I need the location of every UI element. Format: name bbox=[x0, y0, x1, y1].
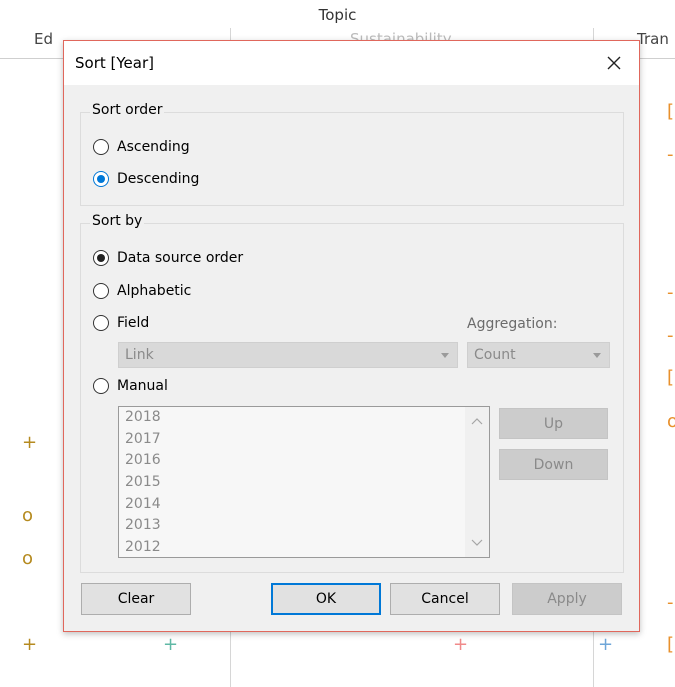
viz-mark[interactable]: + bbox=[453, 636, 468, 654]
manual-order-list[interactable]: 2018 2017 2016 2015 2014 2013 2012 bbox=[118, 406, 490, 558]
radio-manual[interactable]: Manual bbox=[93, 378, 168, 394]
list-item[interactable]: 2013 bbox=[119, 515, 489, 537]
viz-mark[interactable]: - bbox=[667, 284, 674, 302]
viz-mark[interactable]: - bbox=[667, 146, 674, 164]
radio-circle bbox=[93, 139, 109, 155]
close-button[interactable] bbox=[601, 50, 627, 76]
chevron-down-icon bbox=[593, 353, 601, 358]
viz-mark[interactable]: [ bbox=[667, 103, 674, 121]
scroll-down-icon[interactable] bbox=[471, 539, 483, 547]
list-scrollbar[interactable] bbox=[465, 407, 489, 557]
move-up-button[interactable]: Up bbox=[499, 408, 608, 439]
viz-mark[interactable]: - bbox=[667, 594, 674, 612]
sort-order-label: Sort order bbox=[90, 102, 165, 118]
radio-circle-selected bbox=[93, 250, 109, 266]
move-down-button[interactable]: Down bbox=[499, 449, 608, 480]
viz-mark[interactable]: o bbox=[667, 413, 675, 431]
sort-by-label: Sort by bbox=[90, 213, 145, 229]
radio-manual-label: Manual bbox=[117, 378, 168, 394]
scroll-up-icon[interactable] bbox=[471, 417, 483, 425]
radio-circle bbox=[93, 315, 109, 331]
radio-alphabetic[interactable]: Alphabetic bbox=[93, 283, 191, 299]
manual-list-items: 2018 2017 2016 2015 2014 2013 2012 bbox=[119, 407, 489, 557]
viz-mark[interactable]: + bbox=[22, 636, 37, 654]
aggregation-select[interactable]: Count bbox=[467, 342, 610, 368]
aggregation-select-value: Count bbox=[474, 347, 516, 363]
radio-field-label: Field bbox=[117, 315, 150, 331]
column-divider bbox=[593, 630, 594, 687]
viz-mark[interactable]: [ bbox=[667, 369, 674, 387]
list-item[interactable]: 2018 bbox=[119, 407, 489, 429]
list-item[interactable]: 2012 bbox=[119, 537, 489, 557]
dialog-titlebar[interactable]: Sort [Year] bbox=[64, 41, 639, 85]
apply-button[interactable]: Apply bbox=[512, 583, 622, 615]
viz-mark[interactable]: o bbox=[22, 507, 33, 525]
viz-mark[interactable]: - bbox=[667, 327, 674, 345]
column-divider bbox=[230, 630, 231, 687]
chevron-down-icon bbox=[441, 353, 449, 358]
radio-circle bbox=[93, 283, 109, 299]
column-header-transport[interactable]: Tran bbox=[637, 30, 669, 48]
radio-alphabetic-label: Alphabetic bbox=[117, 283, 192, 299]
viz-mark[interactable]: + bbox=[163, 636, 178, 654]
topic-header: Topic bbox=[318, 6, 357, 24]
radio-ascending[interactable]: Ascending bbox=[93, 139, 190, 155]
radio-descending-label: Descending bbox=[117, 171, 200, 187]
field-select-value: Link bbox=[125, 347, 154, 363]
field-select[interactable]: Link bbox=[118, 342, 458, 368]
radio-descending[interactable]: Descending bbox=[93, 171, 199, 187]
aggregation-label: Aggregation: bbox=[467, 316, 558, 332]
viz-mark[interactable]: + bbox=[22, 434, 37, 452]
column-divider bbox=[230, 28, 231, 40]
radio-data-source-order-label: Data source order bbox=[117, 250, 244, 266]
close-icon bbox=[607, 56, 621, 70]
ok-button[interactable]: OK bbox=[271, 583, 381, 615]
radio-data-source-order[interactable]: Data source order bbox=[93, 250, 243, 266]
cancel-button[interactable]: Cancel bbox=[390, 583, 500, 615]
column-header-education[interactable]: Ed bbox=[34, 30, 53, 48]
list-item[interactable]: 2015 bbox=[119, 472, 489, 494]
radio-ascending-label: Ascending bbox=[117, 139, 190, 155]
column-divider bbox=[593, 28, 594, 40]
radio-circle-selected bbox=[93, 171, 109, 187]
viz-mark[interactable]: o bbox=[22, 550, 33, 568]
list-item[interactable]: 2014 bbox=[119, 494, 489, 516]
viz-mark[interactable]: [ bbox=[667, 636, 674, 654]
radio-circle bbox=[93, 378, 109, 394]
sort-dialog: Sort [Year] Sort order Ascending Descend… bbox=[63, 40, 640, 632]
radio-field[interactable]: Field bbox=[93, 315, 149, 331]
clear-button[interactable]: Clear bbox=[81, 583, 191, 615]
list-item[interactable]: 2017 bbox=[119, 429, 489, 451]
viz-mark[interactable]: + bbox=[598, 636, 613, 654]
dialog-title: Sort [Year] bbox=[75, 54, 154, 72]
sort-order-group: Sort order Ascending Descending bbox=[80, 102, 624, 206]
list-item[interactable]: 2016 bbox=[119, 450, 489, 472]
